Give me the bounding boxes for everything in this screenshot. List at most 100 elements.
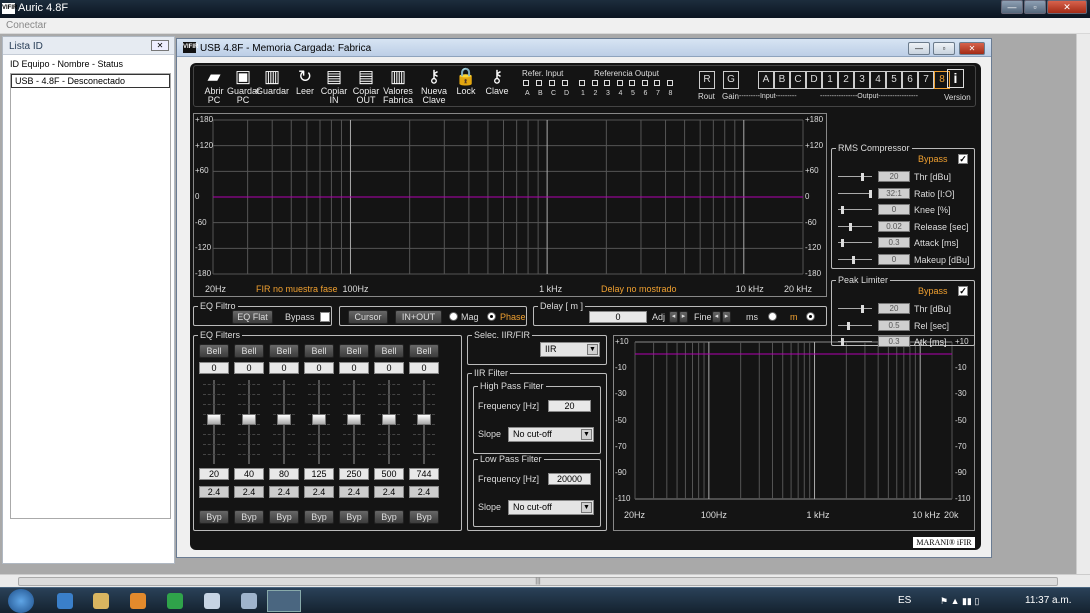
ie-icon[interactable] [57, 593, 73, 609]
band-q-value[interactable]: 2.4 [409, 486, 439, 498]
output-channel-2[interactable]: 2 [838, 71, 854, 89]
band-bypass-button[interactable]: Byp [269, 510, 299, 524]
media-icon[interactable] [130, 593, 146, 609]
band-bypass-button[interactable]: Byp [304, 510, 334, 524]
band-bypass-button[interactable]: Byp [339, 510, 369, 524]
minimize-button[interactable]: — [1001, 0, 1023, 14]
clock[interactable]: 11:37 a.m. [1025, 595, 1072, 606]
rms-compressor-slider[interactable] [838, 173, 872, 181]
eq-filtro-bypass-checkbox[interactable] [320, 312, 330, 322]
output-channel-3[interactable]: 3 [854, 71, 870, 89]
band-type-button[interactable]: Bell [409, 344, 439, 358]
tray-icons[interactable]: ⚑ ▲ ▮▮ ▯ [940, 596, 979, 607]
route-gain-button-R[interactable]: R [699, 71, 715, 89]
band-freq-value[interactable]: 500 [374, 468, 404, 480]
close-button[interactable]: ✕ [1047, 0, 1087, 14]
high-pass-filter-slope-select[interactable]: No cut-off ▼ [508, 427, 594, 442]
input-channel-A[interactable]: A [758, 71, 774, 89]
rms-compressor-value[interactable]: 0 [878, 204, 910, 215]
device-row[interactable]: USB - 4.8F - Desconectado [11, 74, 170, 88]
eq-flat-button[interactable]: EQ Flat [232, 310, 273, 324]
band-gain-value[interactable]: 0 [374, 362, 404, 374]
rms-compressor-value[interactable]: 20 [878, 171, 910, 182]
slider-thumb[interactable] [851, 255, 855, 264]
band-gain-value[interactable]: 0 [304, 362, 334, 374]
peak-limiter-value[interactable]: 0.3 [878, 336, 910, 347]
phase-radio[interactable] [487, 312, 496, 321]
refer-input-box-D[interactable] [562, 80, 568, 86]
band-freq-value[interactable]: 40 [234, 468, 264, 480]
slider-thumb[interactable] [841, 338, 845, 346]
rms-compressor-slider[interactable] [838, 206, 872, 214]
cursor-button[interactable]: Cursor [348, 310, 388, 324]
input-channel-B[interactable]: B [774, 71, 790, 89]
menu-conectar[interactable]: Conectar [6, 20, 47, 31]
vertical-scrollbar[interactable] [1076, 34, 1090, 574]
toolbar-button-8[interactable]: 🔒 Lock [450, 68, 482, 96]
route-gain-button-G[interactable]: G [723, 71, 739, 89]
delay-ms-radio[interactable] [768, 312, 777, 321]
ref-output-box-6[interactable] [641, 80, 648, 86]
slider-thumb[interactable] [847, 321, 851, 330]
band-fader-thumb[interactable] [417, 414, 431, 425]
band-type-button[interactable]: Bell [374, 344, 404, 358]
band-gain-value[interactable]: 0 [234, 362, 264, 374]
eq-restore-button[interactable]: ▫ [933, 42, 955, 55]
peak-limiter-value[interactable]: 20 [878, 303, 910, 314]
horizontal-scrollbar[interactable]: ||| [0, 574, 1090, 587]
rms-compressor-value[interactable]: 32:1 [878, 187, 910, 199]
slider-thumb[interactable] [841, 206, 845, 214]
band-q-value[interactable]: 2.4 [374, 486, 404, 498]
band-bypass-button[interactable]: Byp [374, 510, 404, 524]
band-freq-value[interactable]: 20 [199, 468, 229, 480]
band-freq-value[interactable]: 744 [409, 468, 439, 480]
input-channel-C[interactable]: C [790, 71, 806, 89]
ref-output-box-7[interactable] [654, 80, 660, 86]
low-pass-filter-slope-select[interactable]: No cut-off ▼ [508, 500, 594, 515]
band-type-button[interactable]: Bell [234, 344, 264, 358]
scroll-thumb[interactable]: ||| [18, 577, 1058, 586]
band-q-value[interactable]: 2.4 [269, 486, 299, 498]
toolbar-button-3[interactable]: ↻ Leer [289, 68, 321, 96]
band-gain-value[interactable]: 0 [339, 362, 369, 374]
output-channel-5[interactable]: 5 [886, 71, 902, 89]
start-button[interactable] [8, 589, 34, 613]
refer-input-box-B[interactable] [536, 80, 542, 86]
peak-limiter-slider[interactable] [838, 305, 872, 313]
rms-compressor-slider[interactable] [838, 255, 872, 264]
band-type-button[interactable]: Bell [199, 344, 229, 358]
list-close-button[interactable]: ✕ [151, 40, 169, 51]
ref-output-box-4[interactable] [616, 80, 623, 86]
eq-close-button[interactable]: ✕ [959, 42, 985, 55]
band-bypass-button[interactable]: Byp [199, 510, 229, 524]
output-channel-4[interactable]: 4 [870, 71, 886, 89]
peak-limiter-slider[interactable] [838, 338, 872, 346]
adj-left-arrow-icon[interactable]: ◂ [669, 311, 678, 323]
toolbar-button-6[interactable]: ▥ Valores Fabrica [382, 68, 414, 105]
version-icon[interactable]: i [947, 69, 964, 88]
toolbar-button-9[interactable]: ⚷ Clave [481, 68, 513, 96]
rms-compressor-value[interactable]: 0.3 [878, 237, 910, 248]
band-freq-value[interactable]: 80 [269, 468, 299, 480]
band-gain-value[interactable]: 0 [269, 362, 299, 374]
app-icon[interactable] [204, 593, 220, 609]
language-indicator[interactable]: ES [898, 595, 911, 606]
toolbar-button-5[interactable]: ▤ Copiar OUT [350, 68, 382, 105]
toolbar-button-4[interactable]: ▤ Copiar IN [318, 68, 350, 105]
band-type-button[interactable]: Bell [339, 344, 369, 358]
band-gain-value[interactable]: 0 [409, 362, 439, 374]
band-q-value[interactable]: 2.4 [199, 486, 229, 498]
iir-fir-select[interactable]: IIR ▼ [540, 342, 600, 357]
fine-right-arrow-icon[interactable]: ▸ [722, 311, 731, 323]
toolbar-button-1[interactable]: ▣ Guardar PC [227, 68, 260, 105]
ref-output-box-5[interactable] [629, 80, 635, 86]
ref-output-box-1[interactable] [579, 80, 585, 86]
auric-task-icon[interactable] [267, 590, 301, 612]
refer-input-box-C[interactable] [549, 80, 555, 86]
band-bypass-button[interactable]: Byp [234, 510, 264, 524]
delay-m-radio[interactable] [806, 312, 815, 321]
notepad-icon[interactable] [241, 593, 257, 609]
band-fader-thumb[interactable] [277, 414, 291, 425]
delay-value[interactable]: 0 [589, 311, 647, 323]
rms-compressor-slider[interactable] [838, 222, 872, 231]
